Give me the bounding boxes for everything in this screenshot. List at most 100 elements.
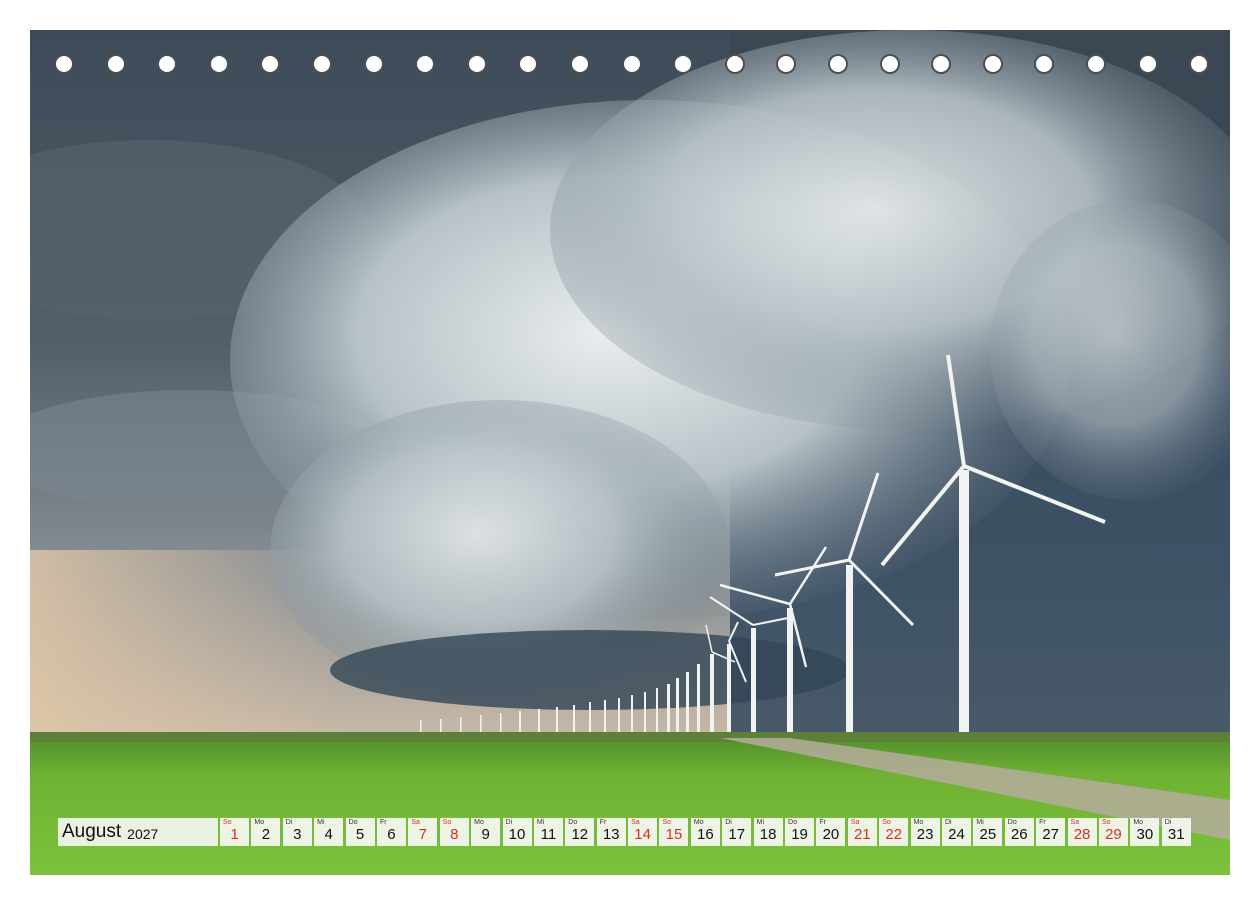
weekday-label: Di <box>505 819 513 826</box>
day-number: 16 <box>697 826 714 843</box>
day-cell: Sa 14 <box>628 818 658 846</box>
day-number: 2 <box>261 826 271 843</box>
weekday-label: So <box>882 819 891 826</box>
binding-ring <box>363 54 384 74</box>
day-number: 20 <box>822 826 840 843</box>
binding-ring <box>1034 54 1055 74</box>
day-cell: Fr 27 <box>1036 818 1066 846</box>
binding-ring <box>415 54 436 74</box>
weekday-label: Fr <box>379 819 387 826</box>
day-cell: Di 31 <box>1161 818 1191 846</box>
day-number: 6 <box>387 826 396 843</box>
binding-ring <box>570 54 590 74</box>
weekday-label: Mi <box>756 819 765 826</box>
binding-ring <box>260 54 281 74</box>
day-cell: Do 26 <box>1004 818 1034 846</box>
binding-ring <box>982 54 1003 74</box>
day-number: 26 <box>1010 826 1028 843</box>
binding-ring <box>54 54 74 74</box>
day-cell: Mo 30 <box>1130 818 1160 846</box>
weekday-label: Mi <box>976 819 984 826</box>
day-cell: Sa 7 <box>408 818 438 846</box>
day-number: 27 <box>1042 826 1059 843</box>
day-number: 19 <box>791 826 808 843</box>
day-number: 15 <box>665 826 683 843</box>
binding-ring <box>1189 54 1210 74</box>
day-number: 22 <box>885 826 903 843</box>
binding-ring <box>621 54 642 74</box>
binding-ring <box>208 54 229 74</box>
weekday-label: Di <box>285 819 293 826</box>
day-cell: Sa 28 <box>1067 818 1097 846</box>
weekday-label: Sa <box>1070 819 1080 826</box>
day-cell: Mi 18 <box>753 818 783 846</box>
binding-ring <box>466 54 487 74</box>
binding-ring <box>1137 54 1158 74</box>
day-cells: So 1 Mo 2 Di 3 Mi 4 Do 5 Fr 6 Sa 7 So 8 Mo 9 Di 10 Mi 11 Do 12 F… <box>220 818 1193 846</box>
weekday-label: Mo <box>693 819 704 826</box>
day-cell: Mi 25 <box>973 818 1003 846</box>
binding-ring <box>673 54 694 74</box>
day-number: 11 <box>540 826 557 843</box>
month-year: 2027 <box>127 825 159 842</box>
day-number: 5 <box>355 826 365 843</box>
weekday-label: Mo <box>474 819 484 826</box>
day-number: 29 <box>1105 826 1122 843</box>
day-number: 4 <box>324 826 333 843</box>
binding-ring <box>879 54 900 74</box>
binding-ring <box>776 54 797 74</box>
weekday-label: Fr <box>599 819 607 826</box>
weekday-label: So <box>1101 819 1111 826</box>
month-label: August 2027 <box>58 818 218 846</box>
day-cell: Mo 2 <box>251 818 281 846</box>
binding-ring <box>105 54 126 74</box>
day-cell: So 22 <box>879 818 909 846</box>
calendar-photo <box>30 30 1230 875</box>
day-cell: Di 3 <box>282 818 312 846</box>
day-number: 28 <box>1073 826 1091 843</box>
day-number: 13 <box>602 826 620 843</box>
storm-wind-turbines-scene <box>30 30 1230 875</box>
weekday-label: Mo <box>254 819 265 826</box>
day-cell: Fr 13 <box>596 818 626 846</box>
binding-rings <box>30 54 1230 80</box>
weekday-label: Di <box>725 819 732 826</box>
binding-ring <box>931 54 952 74</box>
day-number: 18 <box>759 826 777 843</box>
weekday-label: Sa <box>631 819 640 826</box>
day-cell: Fr 20 <box>816 818 846 846</box>
weekday-label: Mo <box>1133 819 1144 826</box>
day-cell: Mo 16 <box>690 818 720 846</box>
weekday-label: So <box>442 819 452 826</box>
day-cell: So 1 <box>220 818 249 846</box>
weekday-label: Do <box>568 819 578 826</box>
binding-ring <box>312 54 332 74</box>
day-cell: Mi 4 <box>314 818 344 846</box>
weekday-label: Mo <box>913 819 924 826</box>
day-cell: Do 19 <box>785 818 815 846</box>
day-cell: Di 10 <box>502 818 532 846</box>
day-cell: Mi 11 <box>533 818 563 846</box>
day-number: 31 <box>1167 826 1185 843</box>
weekday-label: Mi <box>317 819 325 826</box>
weekday-label: Do <box>788 819 797 826</box>
day-cell: Do 12 <box>565 818 595 846</box>
weekday-label: Fr <box>1039 819 1046 826</box>
binding-ring <box>1086 54 1106 74</box>
day-number: 24 <box>948 826 965 843</box>
weekday-label: Do <box>348 819 358 826</box>
day-number: 14 <box>634 826 651 843</box>
day-cell: So 8 <box>439 818 469 846</box>
day-cell: Di 17 <box>722 818 752 846</box>
day-number: 10 <box>508 826 526 843</box>
day-number: 25 <box>979 826 997 843</box>
weekday-label: Mi <box>536 819 545 826</box>
day-number: 23 <box>916 826 934 843</box>
month-name: August <box>62 821 122 842</box>
day-number: 8 <box>450 826 459 843</box>
day-number: 3 <box>293 826 302 843</box>
weekday-label: Do <box>1007 819 1017 826</box>
weekday-label: So <box>223 819 232 826</box>
day-number: 9 <box>481 826 490 843</box>
day-number: 17 <box>728 826 746 843</box>
